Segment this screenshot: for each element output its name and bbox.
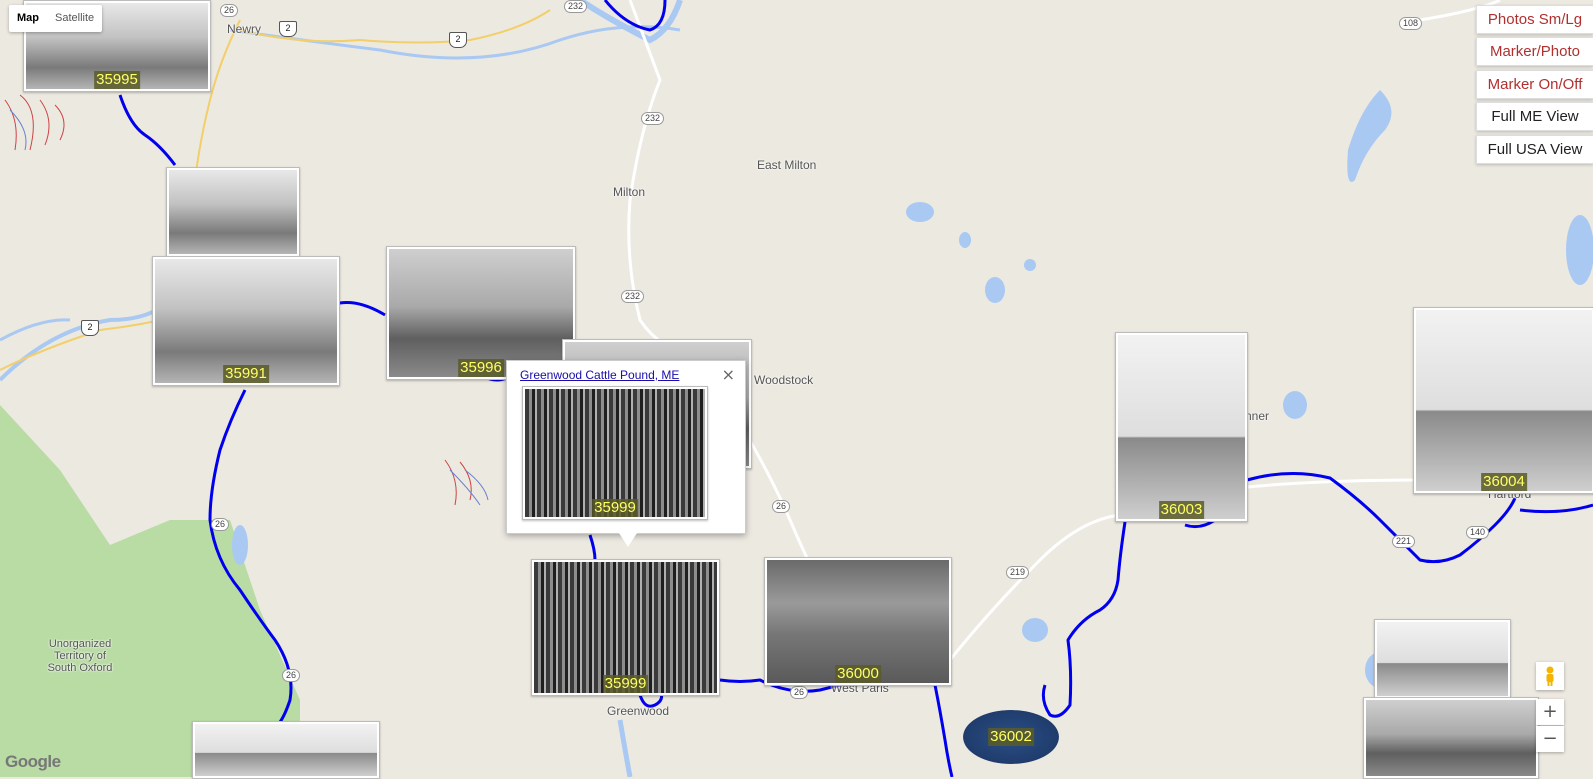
- map-type-satellite-button[interactable]: Satellite: [47, 5, 102, 32]
- place-woodstock: Woodstock: [754, 373, 814, 387]
- marker-id: 35999: [592, 499, 638, 517]
- nrhp-logo-marker[interactable]: 36002: [963, 710, 1059, 764]
- marker-photo-toggle-button[interactable]: Marker/Photo: [1476, 37, 1593, 66]
- marker-on-off-button[interactable]: Marker On/Off: [1476, 70, 1593, 99]
- route-shield-26: 26: [790, 686, 809, 699]
- place-greenwood: Greenwood: [607, 704, 670, 718]
- map-type-control: Map Satellite: [9, 5, 103, 32]
- us-route-shield-2: 2: [449, 32, 467, 48]
- photo-marker[interactable]: [1374, 619, 1511, 699]
- photo-marker[interactable]: [192, 721, 380, 779]
- marker-photo: [1416, 310, 1592, 491]
- photo-marker[interactable]: 35991: [152, 256, 340, 386]
- full-me-view-button[interactable]: Full ME View: [1476, 102, 1593, 131]
- marker-photo: [534, 562, 717, 693]
- route-shield-108: 108: [1399, 17, 1423, 30]
- marker-photo: [1377, 622, 1508, 696]
- full-usa-view-button[interactable]: Full USA View: [1476, 135, 1593, 164]
- photo-marker[interactable]: [1363, 697, 1539, 779]
- zoom-in-button[interactable]: +: [1536, 699, 1564, 725]
- info-window-photo[interactable]: 35999: [522, 386, 708, 520]
- marker-id: 35995: [94, 71, 140, 89]
- photo-marker-selected[interactable]: 35999: [531, 559, 720, 696]
- place-bryant-pond: nner: [1245, 409, 1270, 423]
- marker-id: 35991: [223, 365, 269, 383]
- marker-id: 36004: [1481, 473, 1527, 491]
- map-type-map-button[interactable]: Map: [9, 5, 47, 32]
- marker-id: 36002: [988, 728, 1034, 746]
- place-unorganized-territory: Unorganized Territory of South Oxford: [47, 638, 113, 674]
- route-shield-232: 232: [621, 290, 645, 303]
- us-route-shield-2: 2: [279, 21, 297, 37]
- street-view-pegman-icon[interactable]: [1536, 662, 1564, 690]
- place-east-milton: East Milton: [757, 158, 817, 172]
- marker-id: 36003: [1158, 501, 1205, 519]
- photo-marker[interactable]: 36003: [1115, 332, 1248, 522]
- photo-marker[interactable]: 36000: [764, 557, 952, 686]
- photo-marker[interactable]: [166, 167, 300, 257]
- place-newry: Newry: [227, 22, 262, 36]
- marker-photo: [389, 249, 573, 377]
- marker-photo: [1118, 335, 1245, 519]
- marker-photo: [525, 389, 705, 517]
- route-shield-232: 232: [641, 112, 665, 125]
- route-shield-26: 26: [211, 518, 230, 531]
- marker-id: 35996: [458, 359, 504, 377]
- photos-size-toggle-button[interactable]: Photos Sm/Lg: [1476, 5, 1593, 34]
- marker-id: 36000: [835, 665, 881, 683]
- marker-photo: [169, 170, 297, 254]
- us-route-shield-2: 2: [81, 320, 99, 336]
- marker-photo: [195, 724, 377, 776]
- route-shield-232: 232: [564, 0, 588, 13]
- route-shield-221: 221: [1392, 535, 1416, 548]
- zoom-out-button[interactable]: −: [1536, 726, 1564, 752]
- route-shield-26: 26: [220, 4, 239, 17]
- marker-id: 35999: [602, 675, 649, 693]
- route-shield-219: 219: [1006, 566, 1030, 579]
- info-window: Greenwood Cattle Pound, ME × 35999: [506, 360, 746, 547]
- place-milton: Milton: [613, 185, 646, 199]
- route-shield-26: 26: [772, 500, 791, 513]
- marker-photo: [1366, 700, 1536, 776]
- route-shield-26: 26: [282, 669, 301, 682]
- route-shield-140: 140: [1466, 526, 1490, 539]
- info-window-title-link[interactable]: Greenwood Cattle Pound, ME: [520, 368, 679, 382]
- google-logo: Google: [5, 752, 61, 771]
- close-icon[interactable]: ×: [722, 365, 735, 384]
- photo-marker[interactable]: 36004: [1413, 307, 1593, 494]
